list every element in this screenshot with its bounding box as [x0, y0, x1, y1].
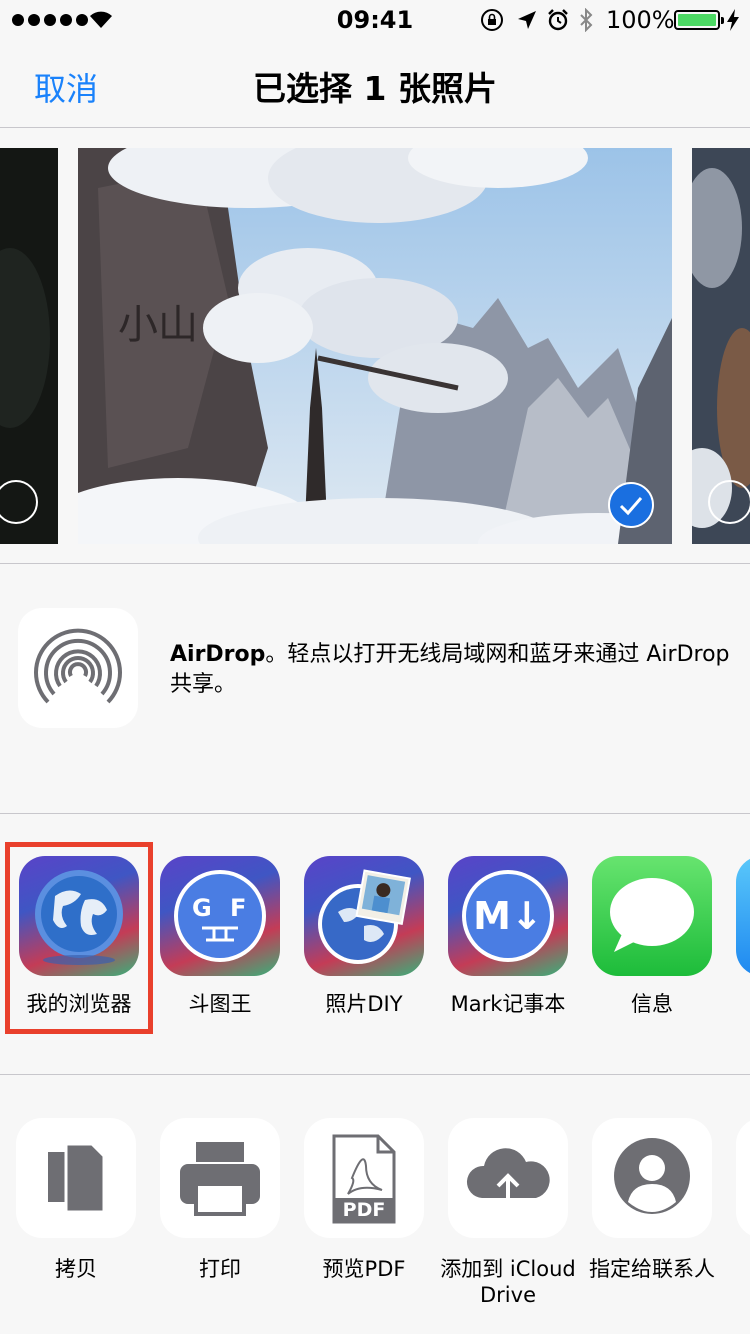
action-label: 拷贝 — [55, 1257, 97, 1281]
action-partial-icon — [736, 1118, 750, 1238]
action-label: 打印 — [199, 1257, 241, 1281]
charging-icon — [727, 9, 739, 31]
airdrop-section: AirDrop。轻点以打开无线局域网和蓝牙来通过 AirDrop 共享。 — [0, 564, 750, 814]
location-icon — [518, 11, 536, 29]
alarm-icon — [548, 9, 568, 31]
copy-icon — [16, 1118, 136, 1238]
markdown-glyph: M↓ — [473, 894, 543, 938]
battery-percentage: 100% — [606, 6, 675, 34]
app-label: 信息 — [631, 992, 673, 1016]
action-label: 预览PDF — [322, 1257, 406, 1281]
app-mark-notes[interactable]: M↓ Mark记事本 — [436, 856, 580, 1018]
highlight-frame — [5, 842, 153, 1034]
photo-select-circle[interactable] — [708, 480, 750, 524]
action-assign-to-contact[interactable]: 指定给联系人 — [580, 1118, 724, 1282]
bluetooth-icon — [580, 8, 593, 32]
photo-strip[interactable]: 小山 — [0, 128, 750, 564]
svg-text:F: F — [230, 894, 246, 922]
action-add-to-icloud-drive[interactable]: 添加到 iCloud Drive — [436, 1118, 580, 1308]
airdrop-button[interactable] — [18, 608, 138, 728]
action-print[interactable]: 打印 — [148, 1118, 292, 1282]
svg-text:G: G — [192, 894, 212, 922]
action-label: 添加到 iCloud Drive — [440, 1257, 576, 1307]
app-label: Mark记事本 — [450, 992, 566, 1016]
action-preview-pdf[interactable]: PDF 预览PDF — [292, 1118, 436, 1282]
page-title: 已选择 1 张照片 — [253, 69, 497, 108]
airdrop-description: AirDrop。轻点以打开无线局域网和蓝牙来通过 AirDrop 共享。 — [170, 640, 730, 700]
action-partial[interactable] — [724, 1118, 750, 1238]
photo-selected-checkmark[interactable] — [608, 482, 654, 528]
doutu-icon: G F — [160, 856, 280, 976]
status-bar: 09:41 100% — [0, 0, 750, 40]
contact-icon — [592, 1118, 712, 1238]
pdf-icon: PDF — [304, 1118, 424, 1238]
share-apps-row[interactable]: 我的浏览器 G F 斗图王 照片DIY M↓ Mark记事本 信息 — [0, 815, 750, 1075]
icloud-upload-icon — [448, 1118, 568, 1238]
photo-diy-icon — [304, 856, 424, 976]
app-photo-diy[interactable]: 照片DIY — [292, 856, 436, 1018]
share-actions-row[interactable]: 拷贝 打印 PDF 预览PDF 添加到 iCloud Drive 指定给联系人 — [0, 1076, 750, 1334]
app-label: 斗图王 — [188, 992, 252, 1016]
app-doutu[interactable]: G F 斗图王 — [148, 856, 292, 1018]
svg-text:小山: 小山 — [118, 302, 198, 348]
app-partial[interactable] — [724, 856, 750, 976]
app-partial-icon — [736, 856, 750, 976]
airdrop-name: AirDrop — [170, 642, 266, 667]
photo-thumbnail-right[interactable] — [692, 148, 750, 544]
markdown-icon: M↓ — [448, 856, 568, 976]
messages-icon — [592, 856, 712, 976]
app-label: 照片DIY — [325, 992, 403, 1016]
print-icon — [160, 1118, 280, 1238]
app-messages[interactable]: 信息 — [580, 856, 724, 1018]
pdf-glyph: PDF — [342, 1199, 386, 1221]
action-label: 指定给联系人 — [589, 1257, 715, 1281]
action-copy[interactable]: 拷贝 — [4, 1118, 148, 1282]
navigation-bar: 取消 已选择 1 张照片 — [0, 40, 750, 128]
rotation-lock-icon — [481, 9, 503, 31]
battery-icon — [674, 10, 724, 30]
airdrop-icon — [34, 628, 122, 704]
photo-thumbnail-selected[interactable]: 小山 — [78, 148, 672, 544]
photo-thumbnail-left[interactable] — [0, 148, 58, 544]
